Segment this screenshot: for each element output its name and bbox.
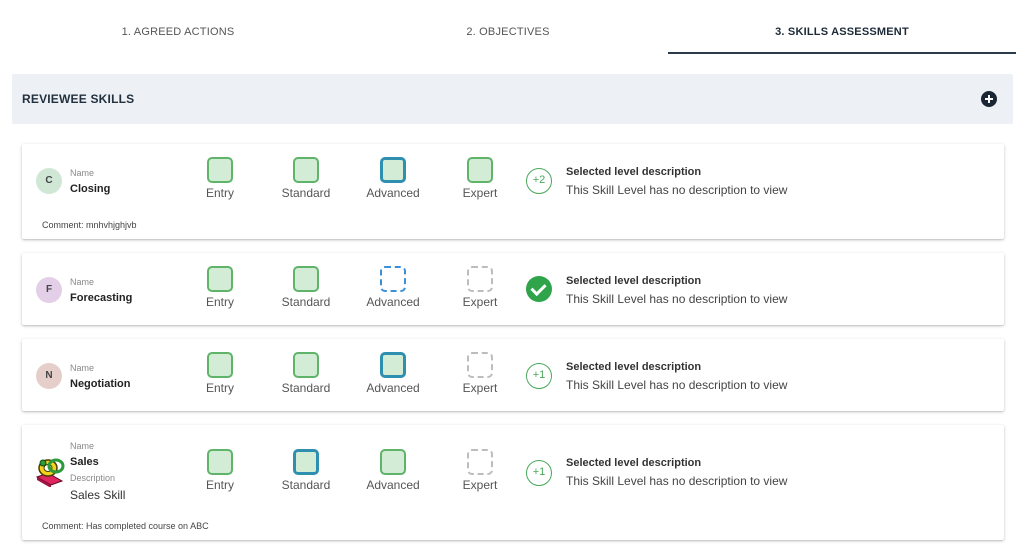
level-diff-badge: +1 [526,460,552,486]
name-label: Name [70,277,95,287]
level-box[interactable] [293,352,319,378]
selected-level-text: This Skill Level has no description to v… [566,183,788,197]
level-box[interactable] [293,449,319,475]
skill-card: F Name Forecasting Entry Standard Advanc… [22,253,1004,325]
level-label: Standard [281,186,331,200]
level-label: Entry [205,478,234,492]
level-box[interactable] [293,157,319,183]
level-box[interactable] [380,449,406,475]
check-icon [526,276,552,302]
level-label: Advanced [366,381,420,395]
selected-level-title: Selected level description [566,361,702,373]
active-tab-indicator [668,52,1016,54]
level-label: Standard [281,381,331,395]
level-label: Standard [281,478,331,492]
selected-level-title: Selected level description [566,166,702,178]
skill-card: Name Sales Description Sales Skill Entry… [22,425,1004,540]
avatar: C [36,168,62,194]
level-expert[interactable]: Expert [450,266,510,309]
level-label: Advanced [366,478,420,492]
level-entry[interactable]: Entry [190,157,250,200]
section-title: REVIEWEE SKILLS [22,92,135,106]
level-diff-badge: +1 [526,363,552,389]
level-diff-badge: +2 [526,168,552,194]
level-box[interactable] [467,157,493,183]
level-advanced[interactable]: Advanced [363,449,423,492]
level-expert[interactable]: Expert [450,352,510,395]
selected-level-text: This Skill Level has no description to v… [566,292,788,306]
skill-comment: Comment: mnhvhjghjvb [42,220,137,230]
level-advanced[interactable]: Advanced [363,157,423,200]
level-box[interactable] [467,352,493,378]
level-box[interactable] [380,352,406,378]
skills-assessment-panel: 1. AGREED ACTIONS 2. OBJECTIVES 3. SKILL… [8,8,1016,546]
level-label: Advanced [366,186,420,200]
level-label: Entry [205,381,234,395]
level-label: Standard [281,295,331,309]
skill-card: N Name Negotiation Entry Standard Advanc… [22,339,1004,411]
skill-card: C Name Closing Entry Standard Advanced E… [22,144,1004,239]
level-box[interactable] [207,266,233,292]
skill-name: Closing [70,183,111,195]
level-advanced[interactable]: Advanced [363,266,423,309]
level-entry[interactable]: Entry [190,352,250,395]
level-box[interactable] [380,157,406,183]
level-box[interactable] [293,266,319,292]
tab-objectives[interactable]: 2. OBJECTIVES [348,8,668,56]
level-label: Expert [462,381,498,395]
level-label: Entry [205,295,234,309]
level-entry[interactable]: Entry [190,449,250,492]
level-label: Expert [462,478,498,492]
name-label: Name [70,441,95,451]
name-label: Name [70,363,95,373]
selected-level-title: Selected level description [566,457,702,469]
skill-comment: Comment: Has completed course on ABC [42,521,209,531]
selected-level-title: Selected level description [566,275,702,287]
selected-level-text: This Skill Level has no description to v… [566,474,788,488]
level-standard[interactable]: Standard [276,157,336,200]
level-box[interactable] [467,449,493,475]
level-box[interactable] [207,449,233,475]
avatar: F [36,277,62,303]
level-box[interactable] [380,266,406,292]
tab-skills-assessment[interactable]: 3. SKILLS ASSESSMENT [668,8,1016,56]
avatar: N [36,363,62,389]
tab-bar: 1. AGREED ACTIONS 2. OBJECTIVES 3. SKILL… [8,8,1016,56]
skill-name: Negotiation [70,378,131,390]
level-entry[interactable]: Entry [190,266,250,309]
level-standard[interactable]: Standard [276,352,336,395]
level-expert[interactable]: Expert [450,157,510,200]
add-skill-icon[interactable] [981,91,997,107]
skill-description: Sales Skill [70,488,126,502]
level-box[interactable] [207,157,233,183]
sales-logo-icon [34,453,68,488]
level-box[interactable] [467,266,493,292]
name-label: Name [70,168,95,178]
level-label: Advanced [366,295,420,309]
level-label: Expert [462,186,498,200]
section-header: REVIEWEE SKILLS [12,74,1013,124]
skill-name: Forecasting [70,292,133,304]
level-label: Expert [462,295,498,309]
level-expert[interactable]: Expert [450,449,510,492]
level-box[interactable] [207,352,233,378]
level-advanced[interactable]: Advanced [363,352,423,395]
level-label: Entry [205,186,234,200]
tab-agreed-actions[interactable]: 1. AGREED ACTIONS [8,8,348,56]
level-standard[interactable]: Standard [276,266,336,309]
selected-level-text: This Skill Level has no description to v… [566,378,788,392]
description-label: Description [70,473,116,483]
skill-name: Sales [70,456,99,468]
level-standard[interactable]: Standard [276,449,336,492]
